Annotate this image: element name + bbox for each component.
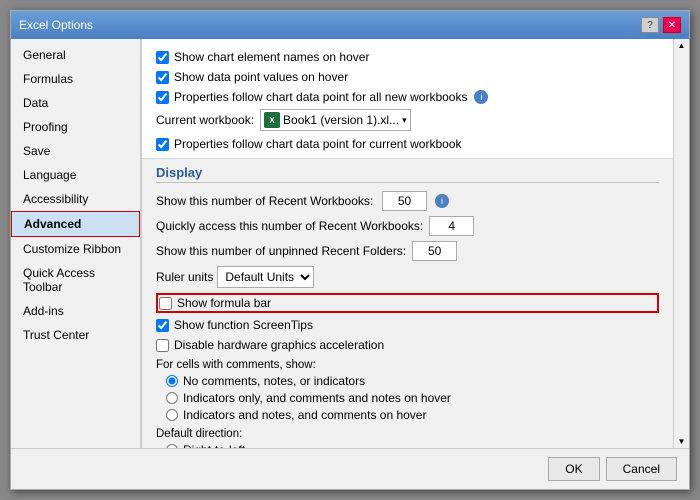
checkbox-hardware[interactable] bbox=[156, 339, 169, 352]
label-indicators-only: Indicators only, and comments and notes … bbox=[183, 391, 451, 405]
label-data-point-values: Show data point values on hover bbox=[174, 70, 348, 84]
excel-icon: X bbox=[264, 112, 280, 128]
radio-no-comments: No comments, notes, or indicators bbox=[156, 374, 659, 388]
check-row-hardware: Disable hardware graphics acceleration bbox=[156, 337, 659, 353]
sidebar-item-advanced[interactable]: Advanced bbox=[11, 211, 140, 237]
radio-input-indicators-notes[interactable] bbox=[166, 409, 178, 421]
field-row-quick-access: Quickly access this number of Recent Wor… bbox=[156, 216, 659, 236]
info-icon-recent[interactable]: i bbox=[435, 194, 449, 208]
radio-input-indicators-only[interactable] bbox=[166, 392, 178, 404]
dialog-footer: OK Cancel bbox=[11, 448, 689, 489]
input-quick-access[interactable] bbox=[429, 216, 474, 236]
checkbox-data-point-values[interactable] bbox=[156, 71, 169, 84]
label-properties-workbook: Properties follow chart data point for c… bbox=[174, 137, 461, 151]
label-hardware: Disable hardware graphics acceleration bbox=[174, 338, 384, 352]
checkbox-screentips[interactable] bbox=[156, 319, 169, 332]
title-bar-buttons: ? ✕ bbox=[641, 17, 681, 33]
radio-indicators-only: Indicators only, and comments and notes … bbox=[156, 391, 659, 405]
label-indicators-notes: Indicators and notes, and comments on ho… bbox=[183, 408, 426, 422]
help-button[interactable]: ? bbox=[641, 17, 659, 33]
content-area: Show chart element names on hover Show d… bbox=[141, 39, 673, 448]
current-workbook-select[interactable]: X Book1 (version 1).xl... ▾ bbox=[260, 109, 411, 131]
sidebar-item-add-ins[interactable]: Add-ins bbox=[11, 299, 140, 323]
dialog-title: Excel Options bbox=[19, 18, 93, 32]
check-row-data-point-values: Show data point values on hover bbox=[156, 69, 659, 85]
top-checkboxes-section: Show chart element names on hover Show d… bbox=[156, 49, 659, 152]
check-row-properties-follow: Properties follow chart data point for a… bbox=[156, 89, 659, 105]
input-recent-workbooks[interactable] bbox=[382, 191, 427, 211]
info-icon-properties[interactable]: i bbox=[474, 90, 488, 104]
sidebar-item-general[interactable]: General bbox=[11, 43, 140, 67]
field-row-recent-folders: Show this number of unpinned Recent Fold… bbox=[156, 241, 659, 261]
display-section: Display Show this number of Recent Workb… bbox=[142, 158, 673, 448]
ruler-select[interactable]: Default Units bbox=[217, 266, 314, 288]
sidebar-item-accessibility[interactable]: Accessibility bbox=[11, 187, 140, 211]
title-bar: Excel Options ? ✕ bbox=[11, 11, 689, 39]
check-row-properties-workbook: Properties follow chart data point for c… bbox=[156, 136, 659, 152]
check-row-screentips: Show function ScreenTips bbox=[156, 317, 659, 333]
current-workbook-row: Current workbook: X Book1 (version 1).xl… bbox=[156, 109, 659, 131]
excel-options-dialog: Excel Options ? ✕ General Formulas Data … bbox=[10, 10, 690, 490]
checkbox-formula-bar[interactable] bbox=[159, 297, 172, 310]
checkbox-properties-follow[interactable] bbox=[156, 91, 169, 104]
label-quick-access: Quickly access this number of Recent Wor… bbox=[156, 219, 423, 233]
check-row-chart-names: Show chart element names on hover bbox=[156, 49, 659, 65]
input-recent-folders[interactable] bbox=[412, 241, 457, 261]
sidebar-item-formulas[interactable]: Formulas bbox=[11, 67, 140, 91]
sidebar-item-trust-center[interactable]: Trust Center bbox=[11, 323, 140, 347]
radio-indicators-notes: Indicators and notes, and comments on ho… bbox=[156, 408, 659, 422]
current-workbook-label: Current workbook: bbox=[156, 113, 254, 127]
label-recent-workbooks: Show this number of Recent Workbooks: bbox=[156, 194, 376, 208]
dialog-body: General Formulas Data Proofing Save Lang… bbox=[11, 39, 689, 448]
sidebar-item-proofing[interactable]: Proofing bbox=[11, 115, 140, 139]
sidebar: General Formulas Data Proofing Save Lang… bbox=[11, 39, 141, 448]
label-chart-names: Show chart element names on hover bbox=[174, 50, 369, 64]
current-workbook-value: Book1 (version 1).xl... bbox=[283, 113, 399, 127]
close-button[interactable]: ✕ bbox=[663, 17, 681, 33]
ruler-row: Ruler units Default Units bbox=[156, 266, 659, 288]
field-row-recent-workbooks: Show this number of Recent Workbooks: i bbox=[156, 191, 659, 211]
sidebar-item-customize-ribbon[interactable]: Customize Ribbon bbox=[11, 237, 140, 261]
workbook-dropdown-icon: ▾ bbox=[402, 115, 407, 126]
cancel-button[interactable]: Cancel bbox=[606, 457, 677, 481]
radio-input-no-comments[interactable] bbox=[166, 375, 178, 387]
scrollbar-down-icon[interactable]: ▼ bbox=[678, 437, 686, 446]
direction-label: Default direction: bbox=[156, 428, 659, 440]
label-no-comments: No comments, notes, or indicators bbox=[183, 374, 365, 388]
checkbox-chart-names[interactable] bbox=[156, 51, 169, 64]
label-formula-bar: Show formula bar bbox=[177, 296, 271, 310]
comments-label: For cells with comments, show: bbox=[156, 359, 659, 371]
sidebar-item-data[interactable]: Data bbox=[11, 91, 140, 115]
checkbox-properties-workbook[interactable] bbox=[156, 138, 169, 151]
sidebar-item-quick-access[interactable]: Quick Access Toolbar bbox=[11, 261, 140, 299]
sidebar-item-language[interactable]: Language bbox=[11, 163, 140, 187]
label-properties-follow: Properties follow chart data point for a… bbox=[174, 90, 467, 104]
label-recent-folders: Show this number of unpinned Recent Fold… bbox=[156, 244, 406, 258]
check-row-formula-bar: Show formula bar bbox=[156, 293, 659, 313]
ok-button[interactable]: OK bbox=[548, 457, 599, 481]
label-screentips: Show function ScreenTips bbox=[174, 318, 313, 332]
display-section-header: Display bbox=[156, 165, 659, 183]
scrollbar[interactable]: ▲ ▼ bbox=[673, 39, 689, 448]
sidebar-item-save[interactable]: Save bbox=[11, 139, 140, 163]
ruler-label: Ruler units bbox=[156, 270, 213, 284]
scrollbar-up-icon[interactable]: ▲ bbox=[678, 41, 686, 50]
